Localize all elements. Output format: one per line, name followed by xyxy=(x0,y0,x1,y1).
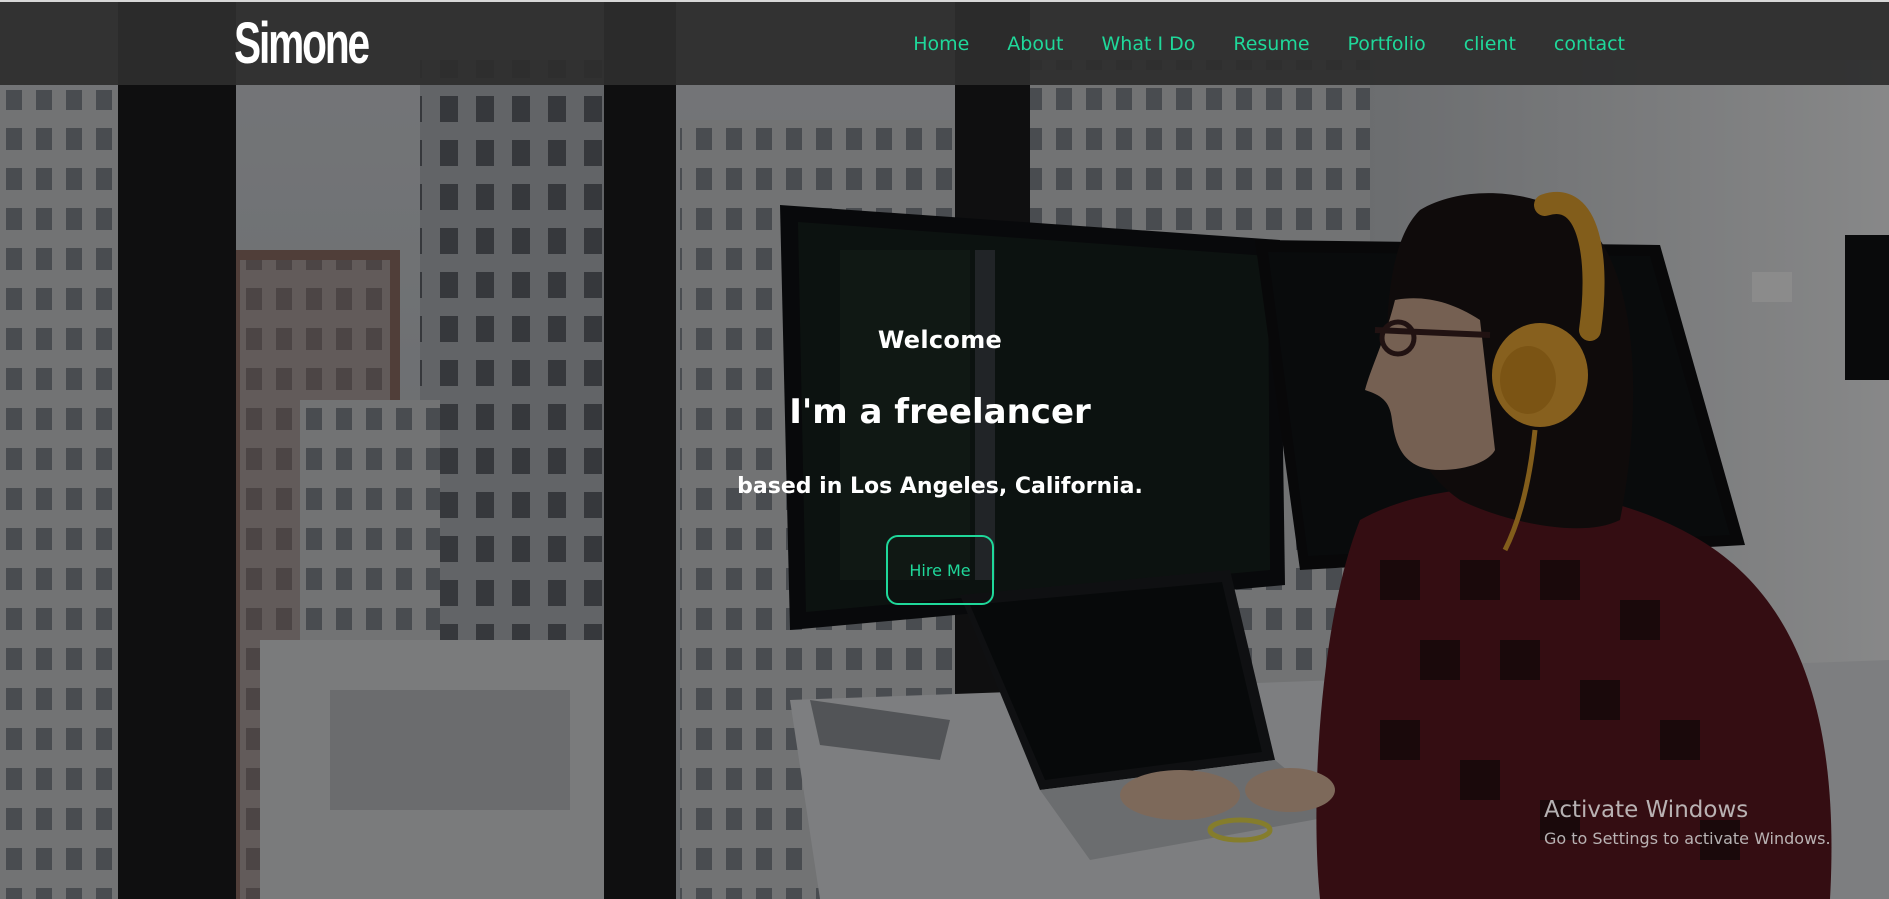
nav-link-contact[interactable]: contact xyxy=(1554,33,1625,55)
page: Simone Home About What I Do Resume Portf… xyxy=(0,0,1889,899)
hero-welcome-text: Welcome xyxy=(877,326,1003,354)
nav-item-contact: contact xyxy=(1554,33,1625,55)
windows-activation-watermark: Activate Windows Go to Settings to activ… xyxy=(1544,797,1831,848)
hero-section: Welcome I'm a freelancer based in Los An… xyxy=(640,320,1240,605)
main-nav-menu: Home About What I Do Resume Portfolio cl… xyxy=(913,2,1625,85)
nav-link-portfolio[interactable]: Portfolio xyxy=(1348,33,1426,55)
hero-title: I'm a freelancer xyxy=(789,392,1091,432)
watermark-title: Activate Windows xyxy=(1544,797,1749,823)
nav-link-client[interactable]: client xyxy=(1464,33,1516,55)
nav-item-client: client xyxy=(1464,33,1516,55)
nav-item-portfolio: Portfolio xyxy=(1348,33,1426,55)
nav-item-home: Home xyxy=(913,33,969,55)
nav-link-resume[interactable]: Resume xyxy=(1233,33,1309,55)
hire-me-button[interactable]: Hire Me xyxy=(886,535,994,605)
nav-item-what-i-do: What I Do xyxy=(1101,33,1195,55)
site-logo[interactable]: Simone xyxy=(234,4,370,84)
nav-item-about: About xyxy=(1007,33,1063,55)
nav-link-about[interactable]: About xyxy=(1007,33,1063,55)
nav-link-what-i-do[interactable]: What I Do xyxy=(1101,33,1195,55)
top-navbar: Simone Home About What I Do Resume Portf… xyxy=(0,0,1889,85)
nav-item-resume: Resume xyxy=(1233,33,1309,55)
watermark-subtitle: Go to Settings to activate Windows. xyxy=(1544,829,1831,848)
hero-subtitle: based in Los Angeles, California. xyxy=(737,474,1143,499)
nav-link-home[interactable]: Home xyxy=(913,33,969,55)
